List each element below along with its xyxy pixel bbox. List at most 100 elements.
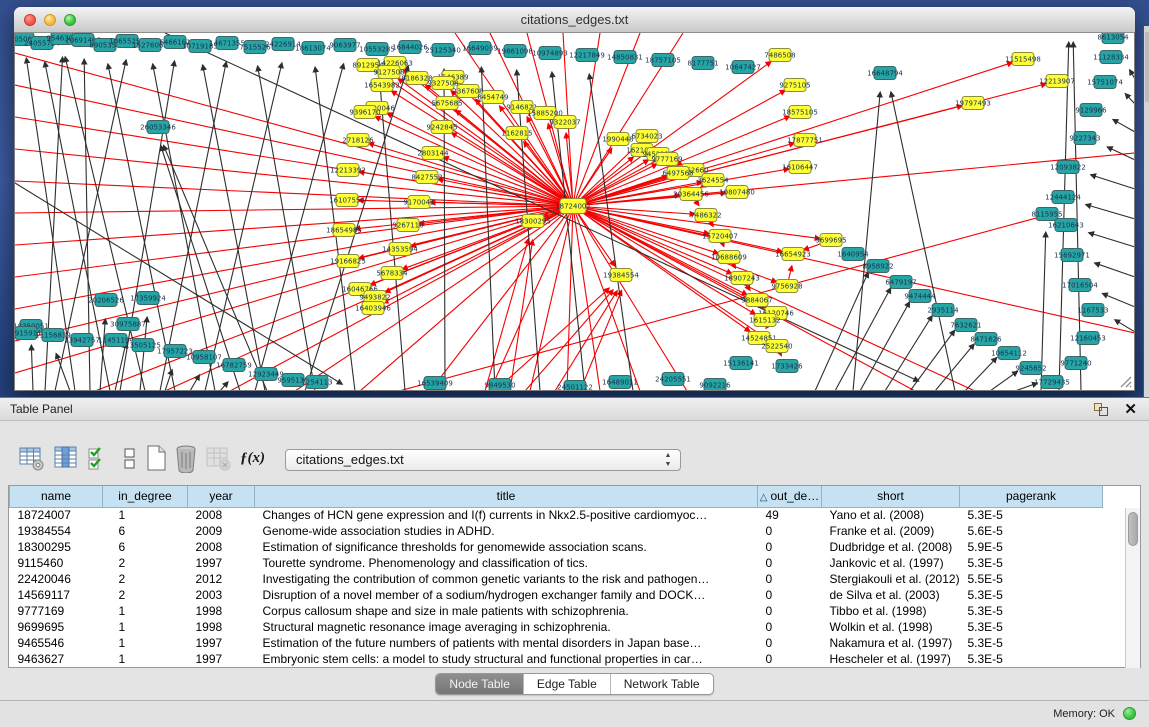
new-table-icon[interactable] <box>142 443 170 473</box>
table-cell[interactable]: Genome-wide association studies in ADHD. <box>255 523 758 539</box>
table-cell[interactable]: 5.3E-5 <box>960 507 1103 523</box>
table-cell[interactable]: 1998 <box>188 603 255 619</box>
table-cell[interactable]: Wolkin et al. (1998) <box>822 619 960 635</box>
table-cell[interactable]: 5.3E-5 <box>960 603 1103 619</box>
column-header-title[interactable]: title <box>255 486 758 507</box>
table-cell[interactable]: 5.9E-5 <box>960 539 1103 555</box>
column-header-out_de[interactable]: △out_de… <box>758 486 822 507</box>
table-cell[interactable]: Yano et al. (2008) <box>822 507 960 523</box>
tab-network-table[interactable]: Network Table <box>611 674 713 694</box>
table-cell[interactable]: 1997 <box>188 635 255 651</box>
table-cell[interactable]: Investigating the contribution of common… <box>255 571 758 587</box>
column-header-in_degree[interactable]: in_degree <box>103 486 188 507</box>
table-cell[interactable]: de Silva et al. (2003) <box>822 587 960 603</box>
table-cell[interactable]: Estimation of significance thresholds fo… <box>255 539 758 555</box>
column-chooser-icon[interactable] <box>52 443 80 473</box>
table-cell[interactable]: 18724007 <box>10 507 103 523</box>
table-cell[interactable]: 2012 <box>188 571 255 587</box>
table-cell[interactable]: 1 <box>103 603 188 619</box>
table-cell[interactable]: Structural magnetic resonance image aver… <box>255 619 758 635</box>
network-window-titlebar[interactable]: citations_edges.txt <box>14 7 1135 33</box>
column-header-year[interactable]: year <box>188 486 255 507</box>
table-row[interactable]: 969969511998Structural magnetic resonanc… <box>10 619 1103 635</box>
window-resize-grip[interactable] <box>1118 374 1132 388</box>
tab-edge-table[interactable]: Edge Table <box>524 674 611 694</box>
table-cell[interactable]: 5.3E-5 <box>960 651 1103 667</box>
table-cell[interactable]: 0 <box>758 571 822 587</box>
table-cell[interactable]: 2 <box>103 587 188 603</box>
table-cell[interactable]: 9465546 <box>10 635 103 651</box>
function-builder-icon[interactable]: ƒ(x) <box>240 443 268 473</box>
table-cell[interactable]: 5.3E-5 <box>960 635 1103 651</box>
table-cell[interactable]: 1997 <box>188 651 255 667</box>
tab-node-table[interactable]: Node Table <box>436 674 524 694</box>
table-row[interactable]: 946362711997Embryonic stem cells: a mode… <box>10 651 1103 667</box>
table-cell[interactable]: 5.5E-5 <box>960 571 1103 587</box>
network-graph[interactable]: 1605069424055724954630120691406890535410… <box>15 33 1135 391</box>
table-row[interactable]: 946554611997Estimation of the future num… <box>10 635 1103 651</box>
table-cell[interactable]: 1 <box>103 507 188 523</box>
table-cell[interactable]: 5.3E-5 <box>960 555 1103 571</box>
table-cell[interactable]: Nakamura et al. (1997) <box>822 635 960 651</box>
table-cell[interactable]: 22420046 <box>10 571 103 587</box>
table-cell[interactable]: 19384554 <box>10 523 103 539</box>
network-canvas[interactable]: 1605069424055724954630120691406890535410… <box>14 33 1135 391</box>
table-cell[interactable]: 2 <box>103 571 188 587</box>
table-row[interactable]: 2242004622012Investigating the contribut… <box>10 571 1103 587</box>
table-cell[interactable]: 1 <box>103 635 188 651</box>
table-cell[interactable]: Stergiakouli et al. (2012) <box>822 571 960 587</box>
table-row[interactable]: 1830029562008Estimation of significance … <box>10 539 1103 555</box>
float-panel-icon[interactable] <box>1094 403 1109 417</box>
column-header-name[interactable]: name <box>10 486 103 507</box>
table-cell[interactable]: 5.3E-5 <box>960 587 1103 603</box>
column-header-pagerank[interactable]: pagerank <box>960 486 1103 507</box>
table-cell[interactable]: 0 <box>758 619 822 635</box>
table-cell[interactable]: Jankovic et al. (1997) <box>822 555 960 571</box>
table-cell[interactable]: 49 <box>758 507 822 523</box>
table-cell[interactable]: 18300295 <box>10 539 103 555</box>
table-row[interactable]: 1456911722003Disruption of a novel membe… <box>10 587 1103 603</box>
table-cell[interactable]: 0 <box>758 635 822 651</box>
table-row[interactable]: 911546021997Tourette syndrome. Phenomeno… <box>10 555 1103 571</box>
table-cell[interactable]: 1998 <box>188 619 255 635</box>
table-row[interactable]: 977716911998Corpus callosum shape and si… <box>10 603 1103 619</box>
table-cell[interactable]: 9463627 <box>10 651 103 667</box>
table-cell[interactable]: 0 <box>758 651 822 667</box>
table-cell[interactable]: 2009 <box>188 523 255 539</box>
table-cell[interactable]: 1997 <box>188 555 255 571</box>
table-cell[interactable]: 9777169 <box>10 603 103 619</box>
table-cell[interactable]: 6 <box>103 539 188 555</box>
table-selector-dropdown[interactable]: citations_edges.txt ▲▼ <box>285 449 681 471</box>
table-cell[interactable]: Tourette syndrome. Phenomenology and cla… <box>255 555 758 571</box>
table-cell[interactable]: 0 <box>758 523 822 539</box>
table-cell[interactable]: 2 <box>103 555 188 571</box>
table-cell[interactable]: Estimation of the future numbers of pati… <box>255 635 758 651</box>
row-height-icon[interactable] <box>116 443 144 473</box>
table-scrollbar[interactable] <box>1125 508 1140 668</box>
table-cell[interactable]: Hescheler et al. (1997) <box>822 651 960 667</box>
table-cell[interactable]: Changes of HCN gene expression and I(f) … <box>255 507 758 523</box>
table-cell[interactable]: 1 <box>103 619 188 635</box>
table-cell[interactable]: 0 <box>758 539 822 555</box>
table-cell[interactable]: 2008 <box>188 507 255 523</box>
table-settings-icon[interactable] <box>18 443 46 473</box>
table-cell[interactable]: Tibbo et al. (1998) <box>822 603 960 619</box>
table-cell[interactable]: 2003 <box>188 587 255 603</box>
table-row[interactable]: 1872400712008Changes of HCN gene express… <box>10 507 1103 523</box>
table-cell[interactable]: 5.6E-5 <box>960 523 1103 539</box>
table-cell[interactable]: 0 <box>758 555 822 571</box>
table-cell[interactable]: 1 <box>103 651 188 667</box>
table-cell[interactable]: Corpus callosum shape and size in male p… <box>255 603 758 619</box>
table-cell[interactable]: 14569117 <box>10 587 103 603</box>
table-cell[interactable]: 9115460 <box>10 555 103 571</box>
table-scrollbar-thumb[interactable] <box>1128 512 1138 546</box>
table-cell[interactable]: Dudbridge et al. (2008) <box>822 539 960 555</box>
table-cell[interactable]: 2008 <box>188 539 255 555</box>
table-row[interactable]: 1938455462009Genome-wide association stu… <box>10 523 1103 539</box>
select-rows-icon[interactable] <box>86 443 114 473</box>
table-cell[interactable]: Disruption of a novel member of a sodium… <box>255 587 758 603</box>
table-cell[interactable]: 5.3E-5 <box>960 619 1103 635</box>
table-cell[interactable]: 0 <box>758 587 822 603</box>
table-cell[interactable]: Franke et al. (2009) <box>822 523 960 539</box>
table-cell[interactable]: Embryonic stem cells: a model to study s… <box>255 651 758 667</box>
